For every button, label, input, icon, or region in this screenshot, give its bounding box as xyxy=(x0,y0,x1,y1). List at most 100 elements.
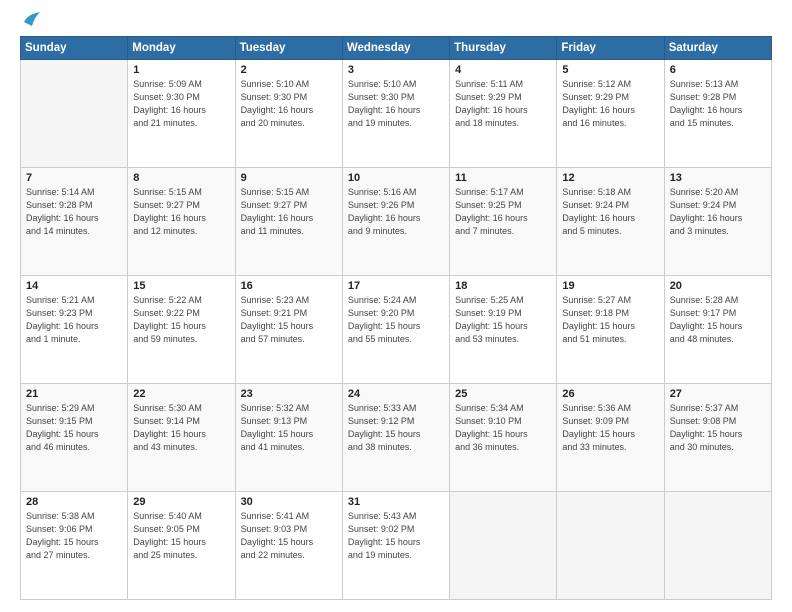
logo-bird-icon xyxy=(22,12,40,26)
day-info: Sunrise: 5:23 AM Sunset: 9:21 PM Dayligh… xyxy=(241,294,337,346)
calendar-cell: 4 Sunrise: 5:11 AM Sunset: 9:29 PM Daylig… xyxy=(450,60,557,168)
day-number: 17 xyxy=(348,280,444,292)
calendar-header-wednesday: Wednesday xyxy=(342,37,449,60)
day-number: 2 xyxy=(241,64,337,76)
day-number: 30 xyxy=(241,496,337,508)
day-info: Sunrise: 5:21 AM Sunset: 9:23 PM Dayligh… xyxy=(26,294,122,346)
calendar-header-thursday: Thursday xyxy=(450,37,557,60)
day-info: Sunrise: 5:24 AM Sunset: 9:20 PM Dayligh… xyxy=(348,294,444,346)
day-number: 11 xyxy=(455,172,551,184)
calendar-cell: 14Sunrise: 5:21 AM Sunset: 9:23 PM Dayli… xyxy=(21,276,128,384)
calendar-header-row: SundayMondayTuesdayWednesdayThursdayFrid… xyxy=(21,37,772,60)
page: SundayMondayTuesdayWednesdayThursdayFrid… xyxy=(0,0,792,612)
logo xyxy=(20,16,40,26)
calendar-cell: 8 Sunrise: 5:15 AM Sunset: 9:27 PM Daylig… xyxy=(128,168,235,276)
day-number: 29 xyxy=(133,496,229,508)
header xyxy=(20,16,772,26)
day-info: Sunrise: 5:10 AM Sunset: 9:30 PM Dayligh… xyxy=(348,78,444,130)
day-number: 31 xyxy=(348,496,444,508)
day-number: 19 xyxy=(562,280,658,292)
day-info: Sunrise: 5:40 AM Sunset: 9:05 PM Dayligh… xyxy=(133,510,229,562)
day-info: Sunrise: 5:16 AM Sunset: 9:26 PM Dayligh… xyxy=(348,186,444,238)
day-info: Sunrise: 5:36 AM Sunset: 9:09 PM Dayligh… xyxy=(562,402,658,454)
calendar-week-3: 14Sunrise: 5:21 AM Sunset: 9:23 PM Dayli… xyxy=(21,276,772,384)
calendar-header-monday: Monday xyxy=(128,37,235,60)
day-info: Sunrise: 5:27 AM Sunset: 9:18 PM Dayligh… xyxy=(562,294,658,346)
day-info: Sunrise: 5:32 AM Sunset: 9:13 PM Dayligh… xyxy=(241,402,337,454)
day-number: 20 xyxy=(670,280,766,292)
day-info: Sunrise: 5:41 AM Sunset: 9:03 PM Dayligh… xyxy=(241,510,337,562)
day-info: Sunrise: 5:37 AM Sunset: 9:08 PM Dayligh… xyxy=(670,402,766,454)
calendar-header-tuesday: Tuesday xyxy=(235,37,342,60)
calendar-cell: 27 Sunrise: 5:37 AM Sunset: 9:08 PM Dayli… xyxy=(664,384,771,492)
day-number: 24 xyxy=(348,388,444,400)
calendar-cell: 6 Sunrise: 5:13 AM Sunset: 9:28 PM Daylig… xyxy=(664,60,771,168)
calendar-cell: 12 Sunrise: 5:18 AM Sunset: 9:24 PM Dayli… xyxy=(557,168,664,276)
calendar-cell: 22 Sunrise: 5:30 AM Sunset: 9:14 PM Dayli… xyxy=(128,384,235,492)
calendar-cell: 25 Sunrise: 5:34 AM Sunset: 9:10 PM Dayli… xyxy=(450,384,557,492)
day-number: 7 xyxy=(26,172,122,184)
day-info: Sunrise: 5:12 AM Sunset: 9:29 PM Dayligh… xyxy=(562,78,658,130)
day-info: Sunrise: 5:38 AM Sunset: 9:06 PM Dayligh… xyxy=(26,510,122,562)
day-number: 12 xyxy=(562,172,658,184)
day-info: Sunrise: 5:28 AM Sunset: 9:17 PM Dayligh… xyxy=(670,294,766,346)
calendar-cell: 21Sunrise: 5:29 AM Sunset: 9:15 PM Dayli… xyxy=(21,384,128,492)
day-number: 1 xyxy=(133,64,229,76)
day-info: Sunrise: 5:14 AM Sunset: 9:28 PM Dayligh… xyxy=(26,186,122,238)
day-info: Sunrise: 5:17 AM Sunset: 9:25 PM Dayligh… xyxy=(455,186,551,238)
day-info: Sunrise: 5:29 AM Sunset: 9:15 PM Dayligh… xyxy=(26,402,122,454)
day-number: 22 xyxy=(133,388,229,400)
calendar-table: SundayMondayTuesdayWednesdayThursdayFrid… xyxy=(20,36,772,600)
day-info: Sunrise: 5:25 AM Sunset: 9:19 PM Dayligh… xyxy=(455,294,551,346)
calendar-cell: 26 Sunrise: 5:36 AM Sunset: 9:09 PM Dayli… xyxy=(557,384,664,492)
day-number: 25 xyxy=(455,388,551,400)
calendar-cell: 7 Sunrise: 5:14 AM Sunset: 9:28 PM Daylig… xyxy=(21,168,128,276)
calendar-cell: 24Sunrise: 5:33 AM Sunset: 9:12 PM Dayli… xyxy=(342,384,449,492)
calendar-week-5: 28Sunrise: 5:38 AM Sunset: 9:06 PM Dayli… xyxy=(21,492,772,600)
calendar-cell: 16 Sunrise: 5:23 AM Sunset: 9:21 PM Dayli… xyxy=(235,276,342,384)
day-number: 8 xyxy=(133,172,229,184)
calendar-cell: 19 Sunrise: 5:27 AM Sunset: 9:18 PM Dayli… xyxy=(557,276,664,384)
calendar-cell: 9Sunrise: 5:15 AM Sunset: 9:27 PM Daylig… xyxy=(235,168,342,276)
calendar-cell xyxy=(664,492,771,600)
calendar-cell xyxy=(450,492,557,600)
calendar-cell: 28Sunrise: 5:38 AM Sunset: 9:06 PM Dayli… xyxy=(21,492,128,600)
calendar-cell xyxy=(557,492,664,600)
calendar-cell: 1 Sunrise: 5:09 AM Sunset: 9:30 PM Daylig… xyxy=(128,60,235,168)
calendar-cell: 15 Sunrise: 5:22 AM Sunset: 9:22 PM Dayli… xyxy=(128,276,235,384)
day-number: 6 xyxy=(670,64,766,76)
day-info: Sunrise: 5:10 AM Sunset: 9:30 PM Dayligh… xyxy=(241,78,337,130)
day-number: 5 xyxy=(562,64,658,76)
calendar-cell: 23 Sunrise: 5:32 AM Sunset: 9:13 PM Dayli… xyxy=(235,384,342,492)
day-info: Sunrise: 5:30 AM Sunset: 9:14 PM Dayligh… xyxy=(133,402,229,454)
day-number: 18 xyxy=(455,280,551,292)
day-info: Sunrise: 5:18 AM Sunset: 9:24 PM Dayligh… xyxy=(562,186,658,238)
day-number: 15 xyxy=(133,280,229,292)
calendar-cell: 3Sunrise: 5:10 AM Sunset: 9:30 PM Daylig… xyxy=(342,60,449,168)
day-info: Sunrise: 5:09 AM Sunset: 9:30 PM Dayligh… xyxy=(133,78,229,130)
calendar-week-2: 7 Sunrise: 5:14 AM Sunset: 9:28 PM Daylig… xyxy=(21,168,772,276)
calendar-cell: 10 Sunrise: 5:16 AM Sunset: 9:26 PM Dayli… xyxy=(342,168,449,276)
calendar-week-4: 21Sunrise: 5:29 AM Sunset: 9:15 PM Dayli… xyxy=(21,384,772,492)
day-number: 27 xyxy=(670,388,766,400)
day-number: 26 xyxy=(562,388,658,400)
day-info: Sunrise: 5:11 AM Sunset: 9:29 PM Dayligh… xyxy=(455,78,551,130)
calendar-header-friday: Friday xyxy=(557,37,664,60)
calendar-cell: 17 Sunrise: 5:24 AM Sunset: 9:20 PM Dayli… xyxy=(342,276,449,384)
day-info: Sunrise: 5:15 AM Sunset: 9:27 PM Dayligh… xyxy=(133,186,229,238)
day-number: 16 xyxy=(241,280,337,292)
day-number: 4 xyxy=(455,64,551,76)
calendar-cell: 31Sunrise: 5:43 AM Sunset: 9:02 PM Dayli… xyxy=(342,492,449,600)
calendar-cell: 30 Sunrise: 5:41 AM Sunset: 9:03 PM Dayli… xyxy=(235,492,342,600)
calendar-cell xyxy=(21,60,128,168)
calendar-cell: 5 Sunrise: 5:12 AM Sunset: 9:29 PM Daylig… xyxy=(557,60,664,168)
day-number: 23 xyxy=(241,388,337,400)
day-number: 9 xyxy=(241,172,337,184)
calendar-week-1: 1 Sunrise: 5:09 AM Sunset: 9:30 PM Daylig… xyxy=(21,60,772,168)
calendar-cell: 11 Sunrise: 5:17 AM Sunset: 9:25 PM Dayli… xyxy=(450,168,557,276)
day-info: Sunrise: 5:34 AM Sunset: 9:10 PM Dayligh… xyxy=(455,402,551,454)
day-info: Sunrise: 5:13 AM Sunset: 9:28 PM Dayligh… xyxy=(670,78,766,130)
day-number: 10 xyxy=(348,172,444,184)
day-info: Sunrise: 5:22 AM Sunset: 9:22 PM Dayligh… xyxy=(133,294,229,346)
calendar-cell: 2 Sunrise: 5:10 AM Sunset: 9:30 PM Daylig… xyxy=(235,60,342,168)
